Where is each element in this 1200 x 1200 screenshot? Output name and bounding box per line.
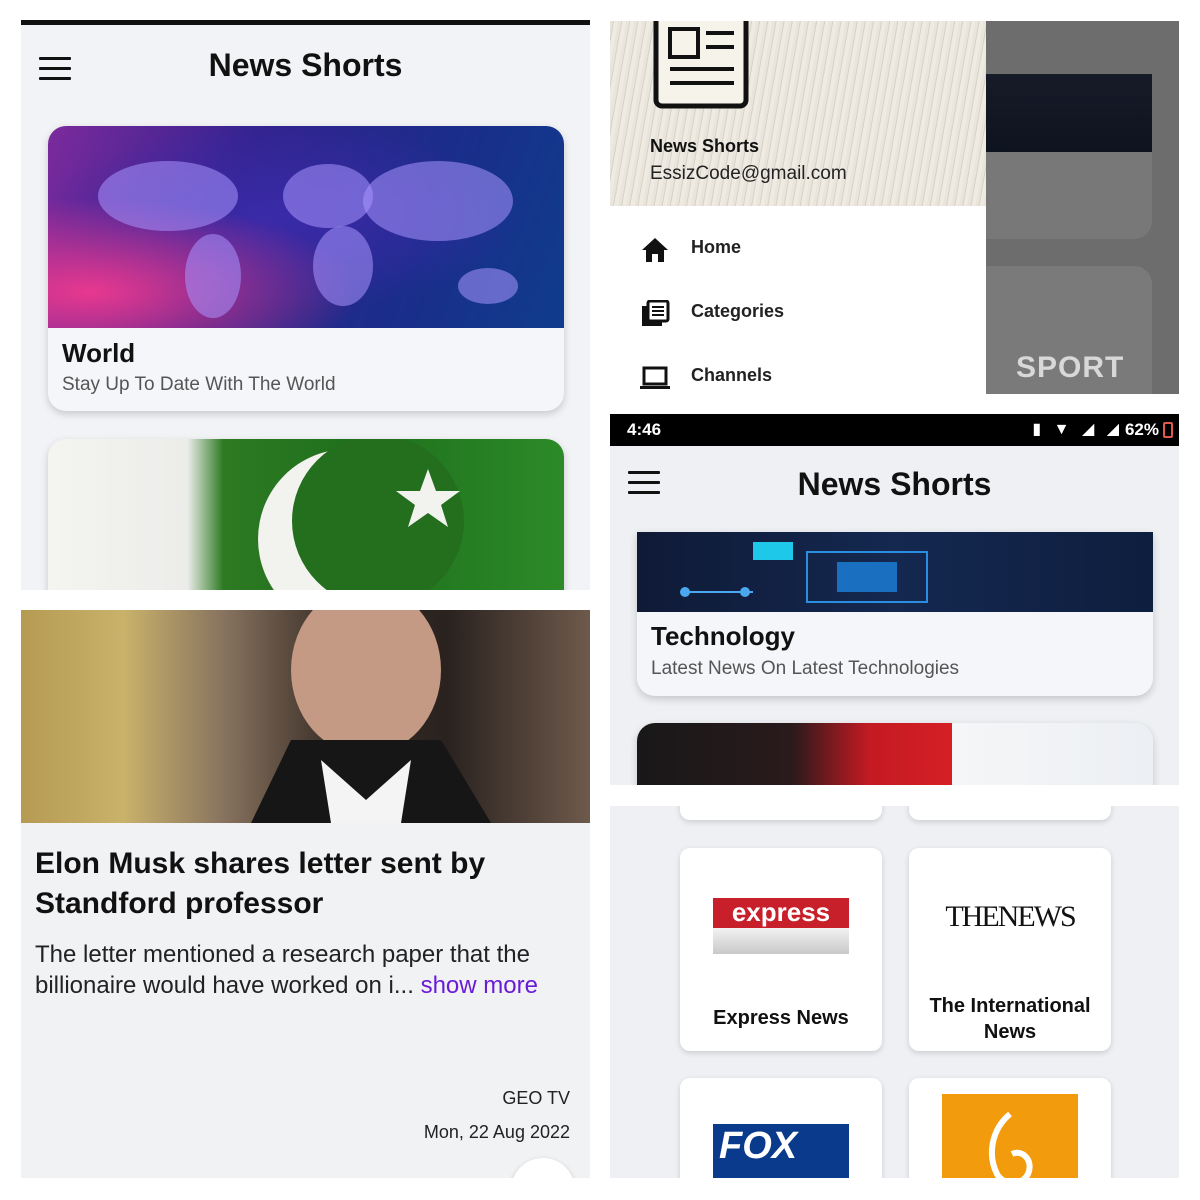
background-card xyxy=(986,74,1152,239)
categories-icon xyxy=(642,300,670,326)
article-detail-screen: Elon Musk shares letter sent by Standfor… xyxy=(21,610,590,1178)
battery-level: 62% xyxy=(1124,420,1159,439)
channel-card-express-news[interactable]: express Express News xyxy=(680,848,882,1051)
technology-image xyxy=(637,532,1153,612)
card-subtitle: Stay Up To Date With The World xyxy=(62,374,336,395)
newspaper-icon xyxy=(653,21,749,109)
app-title: News Shorts xyxy=(797,466,992,502)
card-title: World xyxy=(62,338,136,368)
fox-news-logo: FOX xyxy=(713,1124,849,1178)
channels-screen: express Express News THENEWS The Interna… xyxy=(610,806,1179,1178)
article-title: Elon Musk shares letter sent by Standfor… xyxy=(35,847,486,920)
status-bar: 4:46 ▮ ▼ ◢ ◢ 62% xyxy=(610,414,1179,446)
status-time: 4:46 xyxy=(627,420,662,439)
signal-icons: ▮ ▼ ◢ ◢ xyxy=(1032,421,1123,438)
show-more-link[interactable]: show more xyxy=(421,972,538,999)
share-button[interactable] xyxy=(511,1158,575,1178)
category-card-pakistan[interactable] xyxy=(48,439,564,590)
drawer-email: EssizCode@gmail.com xyxy=(650,163,847,184)
sport-label: SPORT xyxy=(1016,351,1125,384)
drawer-header: News Shorts EssizCode@gmail.com xyxy=(610,21,986,206)
channel-name: The International News xyxy=(929,995,1091,1043)
express-logo-band xyxy=(713,928,849,954)
drawer-item-label: Home xyxy=(691,237,742,257)
home-icon xyxy=(642,238,668,262)
express-news-logo: express xyxy=(713,898,849,978)
article-date: Mon, 22 Aug 2022 xyxy=(423,1122,570,1142)
category-card-world[interactable]: World Stay Up To Date With The World xyxy=(48,126,564,411)
drawer-app-name: News Shorts xyxy=(650,136,760,156)
drawer-item-home[interactable]: Home xyxy=(610,219,986,279)
channel-card[interactable] xyxy=(909,806,1111,820)
category-card-technology[interactable]: Technology Latest News On Latest Technol… xyxy=(637,532,1153,696)
channel-name: Express News xyxy=(713,1007,849,1029)
article-source: GEO TV xyxy=(502,1088,570,1108)
express-logo-text: express xyxy=(713,898,849,928)
channel-card-al-jazeera[interactable] xyxy=(909,1078,1111,1178)
background-card-image xyxy=(986,74,1152,152)
drawer-scrim[interactable]: SPORT xyxy=(986,21,1179,394)
world-map-image xyxy=(48,126,564,328)
card-title: Technology xyxy=(651,621,795,651)
drawer-item-label: Categories xyxy=(691,301,785,321)
channel-card[interactable] xyxy=(680,806,882,820)
drawer-item-channels[interactable]: Channels xyxy=(610,347,986,394)
drawer-item-categories[interactable]: Categories xyxy=(610,283,986,343)
navigation-drawer-screen: News Shorts EssizCode@gmail.com Home Cat… xyxy=(610,21,1179,394)
sport-image xyxy=(637,723,1153,785)
pakistan-flag-image xyxy=(48,439,564,590)
channel-card-fox-news[interactable]: FOX xyxy=(680,1078,882,1178)
battery-icon xyxy=(1163,422,1173,438)
categories-screen: 4:46 ▮ ▼ ◢ ◢ 62% News Shorts Technology … xyxy=(610,414,1179,785)
channel-card-the-international-news[interactable]: THENEWS The International News xyxy=(909,848,1111,1051)
app-title: News Shorts xyxy=(208,47,403,83)
background-card-sport: SPORT xyxy=(986,266,1152,394)
app-bar: News Shorts xyxy=(21,25,590,105)
category-card-sport[interactable] xyxy=(637,723,1153,785)
article-image xyxy=(21,610,590,823)
card-subtitle: Latest News On Latest Technologies xyxy=(651,658,960,679)
laptop-icon xyxy=(640,366,670,389)
article-description: The letter mentioned a research paper th… xyxy=(35,939,575,1001)
the-news-logo: THENEWS xyxy=(945,900,1076,933)
al-jazeera-logo xyxy=(942,1094,1078,1178)
home-screen: News Shorts World Stay Up To Date With T… xyxy=(21,20,590,590)
drawer-item-label: Channels xyxy=(691,365,773,385)
